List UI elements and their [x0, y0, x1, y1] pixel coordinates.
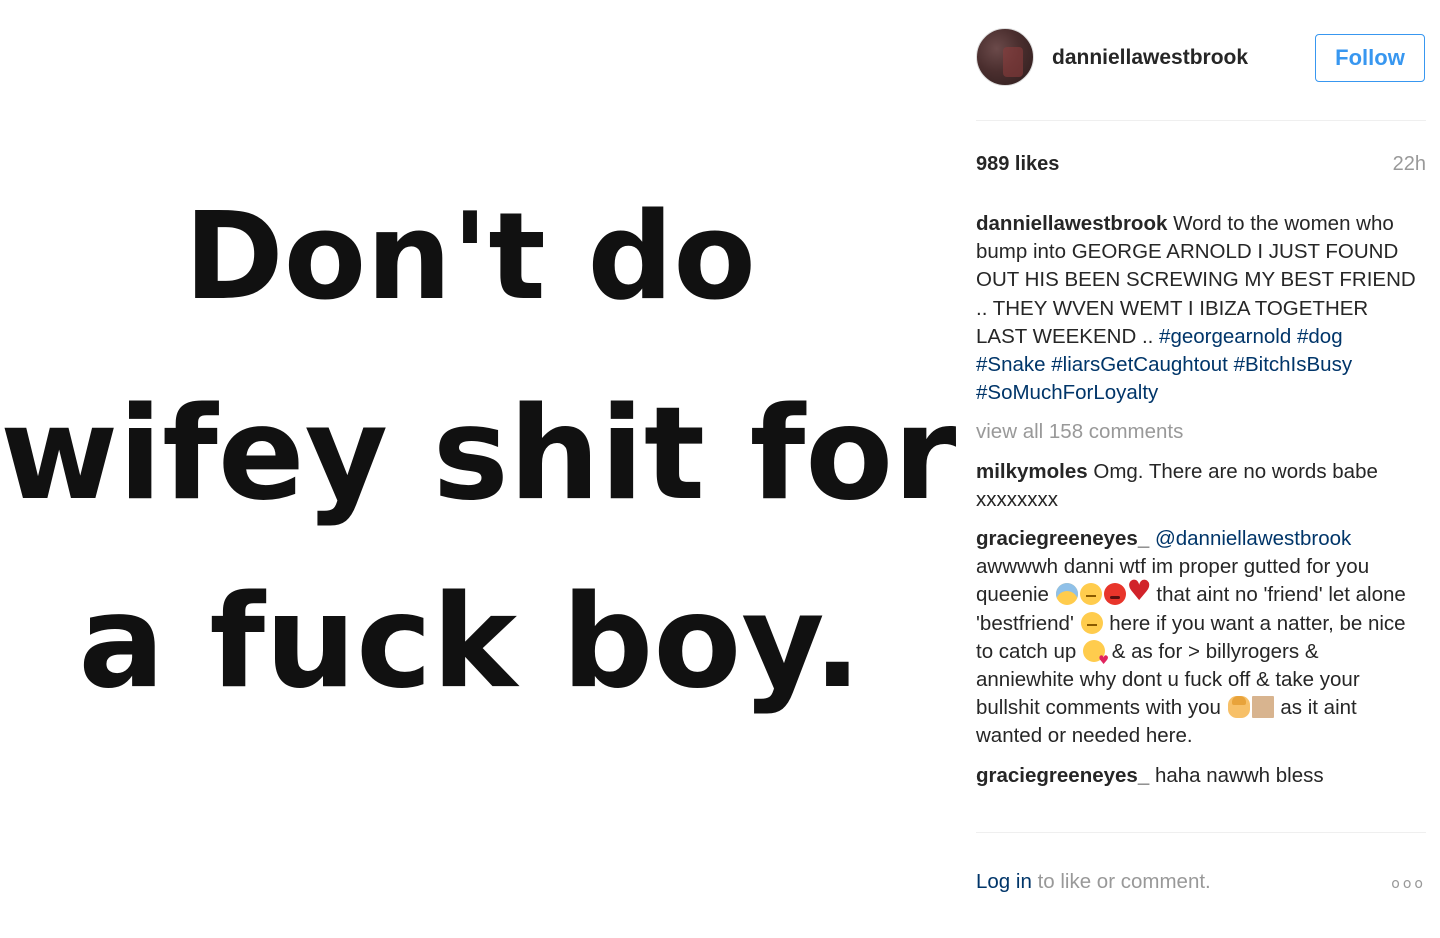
- username[interactable]: danniellawestbrook: [1052, 46, 1248, 70]
- post-time[interactable]: 22h: [1393, 153, 1426, 176]
- quote-line-3: a fuck boy.: [78, 568, 862, 717]
- more-options-icon[interactable]: ooo: [1391, 876, 1426, 892]
- view-all-comments-link[interactable]: view all 158 comments: [976, 418, 1416, 446]
- comment-username[interactable]: graciegreeneyes_: [976, 527, 1149, 550]
- comments-list[interactable]: danniellawestbrook Word to the women who…: [976, 210, 1416, 832]
- likes-count[interactable]: 989 likes: [976, 153, 1059, 176]
- caption: danniellawestbrook Word to the women who…: [976, 210, 1416, 407]
- avatar[interactable]: [976, 28, 1034, 86]
- quote-line-2: wifey shit for: [0, 380, 957, 529]
- comment: milkymoles Omg. There are no words babe …: [976, 458, 1416, 514]
- comment: graciegreeneyes_ haha nawwh bless: [976, 762, 1416, 790]
- kiss-face-icon: [1083, 639, 1109, 674]
- hashtag-link[interactable]: #SoMuchForLoyalty: [976, 381, 1158, 404]
- post-footer: Log in to like or comment. ooo: [976, 870, 1426, 900]
- login-link[interactable]: Log in: [976, 870, 1032, 893]
- caption-username[interactable]: danniellawestbrook: [976, 212, 1167, 235]
- divider: [976, 120, 1426, 121]
- hashtag-link[interactable]: #dog: [1297, 325, 1343, 348]
- skin-tone-icon: [1251, 696, 1274, 719]
- hashtag-link[interactable]: #georgearnold: [1159, 325, 1291, 348]
- comment-username[interactable]: graciegreeneyes_: [976, 764, 1149, 787]
- pensive-face-icon: [1080, 611, 1103, 634]
- post-header: danniellawestbrook Follow: [976, 28, 1426, 90]
- quote-line-1: Don't do: [184, 188, 756, 327]
- follow-button[interactable]: Follow: [1315, 34, 1425, 82]
- pensive-face-icon: [1079, 583, 1102, 606]
- mention-link[interactable]: @danniellawestbrook: [1155, 527, 1351, 550]
- login-prompt-text: to like or comment.: [1037, 870, 1211, 893]
- post-image: Don't do wifey shit for a fuck boy.: [0, 20, 957, 910]
- comment-username[interactable]: milkymoles: [976, 460, 1088, 483]
- hashtag-link[interactable]: #Snake: [976, 353, 1046, 376]
- post-sidebar: danniellawestbrook Follow 989 likes 22h …: [976, 0, 1426, 938]
- broken-heart-icon: [1127, 577, 1152, 605]
- hashtag-link[interactable]: #liarsGetCaughtout: [1051, 353, 1228, 376]
- fearful-face-icon: [1055, 583, 1078, 606]
- comment: graciegreeneyes_ @danniellawestbrook aww…: [976, 525, 1416, 751]
- woman-gesture-icon: [1227, 696, 1250, 719]
- divider: [976, 832, 1426, 833]
- comment-text: haha nawwh bless: [1154, 763, 1324, 787]
- angry-face-icon: [1103, 583, 1126, 606]
- hashtag-link[interactable]: #BitchIsBusy: [1234, 353, 1353, 376]
